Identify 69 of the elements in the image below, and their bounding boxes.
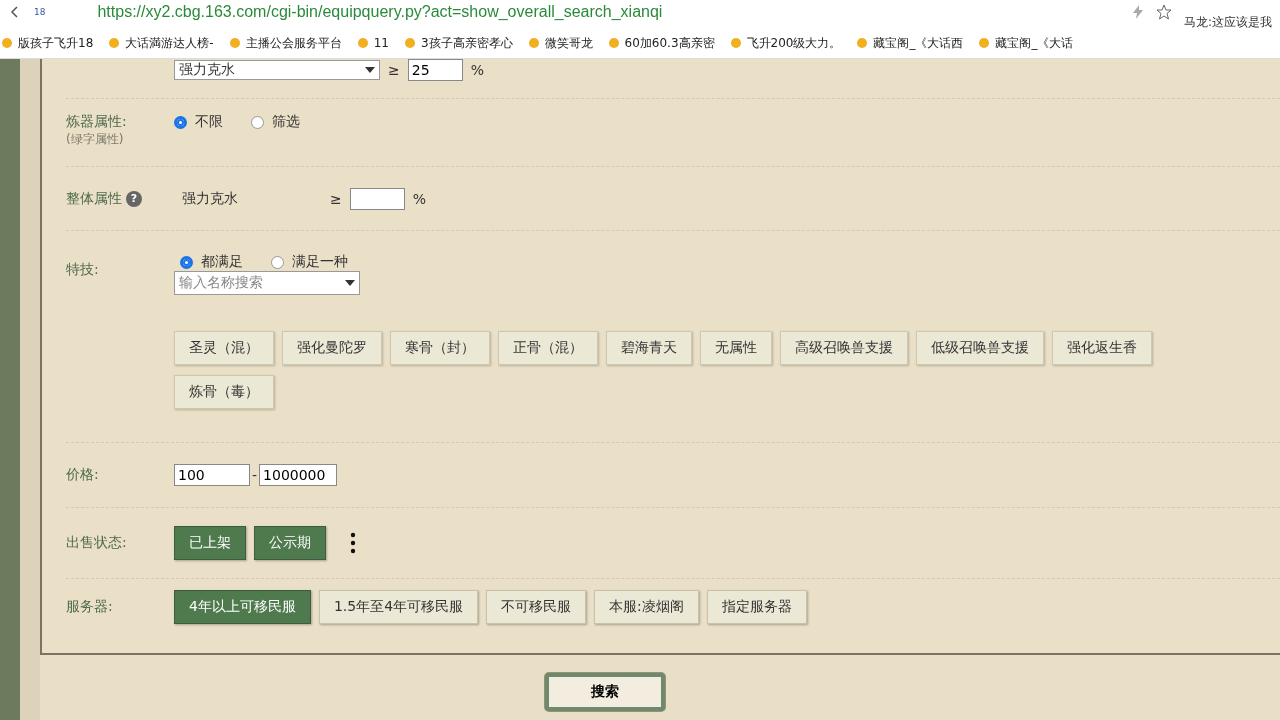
filter-button[interactable]: 公示期 xyxy=(254,526,326,560)
min-price-input[interactable]: 100 xyxy=(174,464,250,486)
notification-text: 马龙:这应该是我 xyxy=(1183,13,1272,31)
skill-tag[interactable]: 强化曼陀罗 xyxy=(282,331,382,365)
skill-tag[interactable]: 高级召唤兽支援 xyxy=(780,331,908,365)
bookmark[interactable]: 主播公会服务平台 xyxy=(227,34,342,52)
address-bar[interactable]: https://xy2.cbg.163.com/cgi-bin/equipquery.py?act=show_overall_search_xianqi xyxy=(97,3,663,21)
filter-button[interactable]: 1.5年至4年可移民服 xyxy=(318,590,479,624)
unit-text: % xyxy=(412,190,427,207)
skill-tag[interactable]: 寒骨（封） xyxy=(390,331,490,365)
bookmark-icon xyxy=(355,37,370,49)
bookmark[interactable]: 11 xyxy=(355,36,389,50)
bookmark-icon xyxy=(855,37,870,49)
skill-search-field[interactable]: 输入名称搜索 xyxy=(174,271,360,295)
value-input[interactable] xyxy=(349,187,405,210)
field-label: 服务器: xyxy=(66,598,114,616)
bookmark-icon xyxy=(402,37,417,49)
bookmark-icon xyxy=(107,37,122,49)
bookmark-icon xyxy=(728,37,743,49)
field-label: 炼器属性: xyxy=(66,113,128,131)
value-input[interactable]: 25 xyxy=(407,59,463,81)
filter-button[interactable]: 本服:凌烟阁 xyxy=(594,590,699,624)
operator-text: ≥ xyxy=(388,62,400,78)
skill-tag[interactable]: 低级召唤兽支援 xyxy=(916,331,1044,365)
unit-text: % xyxy=(470,62,485,78)
bookmark[interactable]: 微笑哥龙 xyxy=(526,34,593,52)
bookmark[interactable]: 藏宝阁_《大话 xyxy=(977,34,1074,52)
radio-option[interactable]: 都满足 xyxy=(180,253,243,271)
radio-option[interactable]: 满足一种 xyxy=(271,253,348,271)
more-icon[interactable] xyxy=(350,531,356,555)
caret-icon xyxy=(365,67,375,73)
bookmark[interactable]: 版孩子飞升18 xyxy=(0,34,94,52)
skill-tag[interactable]: 圣灵（混） xyxy=(174,331,274,365)
filter-button[interactable]: 指定服务器 xyxy=(706,590,807,624)
skill-tag[interactable]: 碧海青天 xyxy=(606,331,692,365)
field-label: 出售状态: xyxy=(66,534,128,552)
max-price-input[interactable]: 1000000 xyxy=(259,464,338,486)
field-label: 整体属性 xyxy=(66,189,122,208)
search-button[interactable]: 搜索 xyxy=(545,673,665,711)
skill-tag[interactable]: 炼骨（毒） xyxy=(174,375,274,409)
radio-option[interactable]: 筛选 xyxy=(251,113,300,131)
skill-tag[interactable]: 正骨（混） xyxy=(498,331,598,365)
filter-button[interactable]: 不可移民服 xyxy=(486,590,587,624)
field-sublabel: (绿字属性) xyxy=(66,131,125,148)
bookmark-icon xyxy=(227,37,242,49)
caret-icon xyxy=(345,280,355,286)
bookmark-icon xyxy=(606,37,621,49)
filter-button[interactable]: 4年以上可移民服 xyxy=(174,590,311,624)
bookmark[interactable]: 3孩子高亲密孝心 xyxy=(402,34,513,52)
bookmark-icon xyxy=(526,37,541,49)
radio-option[interactable]: 不限 xyxy=(174,113,223,131)
attribute-select[interactable]: 强力克水 xyxy=(174,60,380,80)
field-label: 价格: xyxy=(66,466,100,484)
skill-tag[interactable]: 强化返生香 xyxy=(1052,331,1152,365)
bookmark[interactable]: 大话満游达人榜- xyxy=(107,34,214,52)
bookmark[interactable]: 60加60.3高亲密 xyxy=(606,34,715,52)
skill-tag[interactable]: 无属性 xyxy=(700,331,772,365)
tab-count: 18 xyxy=(34,7,46,17)
help-icon[interactable]: ? xyxy=(126,190,142,207)
operator-text: ≥ xyxy=(330,190,342,207)
separator-text: - xyxy=(252,467,258,483)
attribute-text: 强力克水 xyxy=(182,189,239,208)
star-icon[interactable] xyxy=(1155,4,1172,20)
bookmark[interactable]: 藏宝阁_《大话西 xyxy=(855,34,964,52)
filter-button[interactable]: 已上架 xyxy=(174,526,246,560)
bookmark[interactable]: 飞升200级大力。 xyxy=(728,34,842,52)
field-label: 特技: xyxy=(66,261,100,279)
bookmark-icon xyxy=(0,37,14,49)
bookmark-icon xyxy=(977,37,992,49)
